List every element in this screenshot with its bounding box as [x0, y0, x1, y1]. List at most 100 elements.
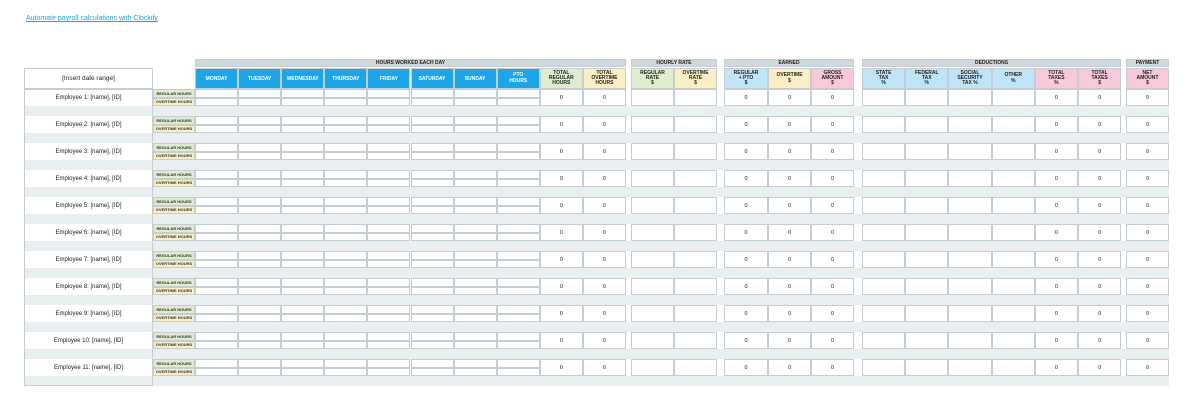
value-input[interactable] [948, 251, 992, 269]
hours-input-overtime[interactable] [281, 205, 325, 215]
hours-input-overtime[interactable] [281, 259, 325, 269]
hours-input-regular[interactable] [238, 278, 282, 287]
hours-input-regular[interactable] [281, 359, 325, 368]
hours-input-overtime[interactable] [195, 178, 239, 188]
hours-input-overtime[interactable] [281, 124, 325, 134]
value-input[interactable] [948, 143, 992, 161]
hours-input-regular[interactable] [324, 278, 368, 287]
hours-input-regular[interactable] [324, 224, 368, 233]
hours-input-overtime[interactable] [367, 286, 411, 296]
value-input[interactable] [862, 143, 906, 161]
hours-input-overtime[interactable] [238, 367, 282, 377]
hours-input-overtime[interactable] [453, 151, 497, 161]
hours-input-overtime[interactable] [238, 124, 282, 134]
value-input[interactable] [948, 197, 992, 215]
value-input[interactable] [631, 359, 674, 377]
hours-input-regular[interactable] [410, 359, 454, 368]
value-input[interactable] [862, 332, 906, 350]
hours-input-overtime[interactable] [367, 151, 411, 161]
hours-input-regular[interactable] [324, 305, 368, 314]
hours-input-regular[interactable] [367, 251, 411, 260]
hours-input-overtime[interactable] [238, 178, 282, 188]
hours-input-regular[interactable] [453, 305, 497, 314]
hours-input-overtime[interactable] [410, 313, 454, 323]
hours-input-regular[interactable] [238, 170, 282, 179]
hours-input-overtime[interactable] [453, 97, 497, 107]
value-input[interactable] [862, 278, 906, 296]
value-input[interactable] [631, 251, 674, 269]
hours-input-regular[interactable] [195, 359, 239, 368]
value-input[interactable] [905, 89, 949, 107]
hours-input-overtime[interactable] [195, 205, 239, 215]
hours-input-regular[interactable] [496, 332, 540, 341]
hours-input-overtime[interactable] [367, 97, 411, 107]
value-input[interactable] [674, 224, 717, 242]
hours-input-overtime[interactable] [195, 259, 239, 269]
hours-input-overtime[interactable] [496, 205, 540, 215]
hours-input-overtime[interactable] [410, 286, 454, 296]
hours-input-overtime[interactable] [496, 232, 540, 242]
hours-input-overtime[interactable] [496, 367, 540, 377]
hours-input-regular[interactable] [238, 197, 282, 206]
hours-input-regular[interactable] [367, 332, 411, 341]
hours-input-regular[interactable] [195, 305, 239, 314]
hours-input-regular[interactable] [195, 197, 239, 206]
hours-input-overtime[interactable] [453, 124, 497, 134]
value-input[interactable] [905, 278, 949, 296]
hours-input-overtime[interactable] [195, 232, 239, 242]
value-input[interactable] [631, 197, 674, 215]
hours-input-overtime[interactable] [281, 313, 325, 323]
hours-input-overtime[interactable] [496, 178, 540, 188]
value-input[interactable] [674, 89, 717, 107]
hours-input-overtime[interactable] [281, 232, 325, 242]
value-input[interactable] [948, 305, 992, 323]
hours-input-overtime[interactable] [410, 232, 454, 242]
hours-input-overtime[interactable] [238, 340, 282, 350]
hours-input-regular[interactable] [496, 305, 540, 314]
value-input[interactable] [631, 305, 674, 323]
hours-input-overtime[interactable] [367, 259, 411, 269]
hours-input-regular[interactable] [238, 224, 282, 233]
value-input[interactable] [948, 170, 992, 188]
hours-input-overtime[interactable] [324, 232, 368, 242]
hours-input-overtime[interactable] [496, 340, 540, 350]
hours-input-overtime[interactable] [367, 313, 411, 323]
hours-input-overtime[interactable] [238, 205, 282, 215]
value-input[interactable] [674, 170, 717, 188]
value-input[interactable] [991, 359, 1035, 377]
hours-input-regular[interactable] [324, 359, 368, 368]
hours-input-regular[interactable] [496, 278, 540, 287]
value-input[interactable] [905, 251, 949, 269]
hours-input-regular[interactable] [410, 170, 454, 179]
hours-input-regular[interactable] [453, 359, 497, 368]
hours-input-regular[interactable] [410, 116, 454, 125]
value-input[interactable] [905, 143, 949, 161]
hours-input-overtime[interactable] [410, 97, 454, 107]
value-input[interactable] [991, 251, 1035, 269]
hours-input-overtime[interactable] [324, 340, 368, 350]
hours-input-regular[interactable] [367, 305, 411, 314]
hours-input-regular[interactable] [367, 116, 411, 125]
hours-input-overtime[interactable] [367, 124, 411, 134]
date-range-input[interactable]: [Insert date range] [24, 68, 153, 89]
hours-input-overtime[interactable] [453, 259, 497, 269]
hours-input-regular[interactable] [367, 359, 411, 368]
value-input[interactable] [991, 197, 1035, 215]
hours-input-regular[interactable] [453, 89, 497, 98]
hours-input-overtime[interactable] [195, 313, 239, 323]
hours-input-regular[interactable] [496, 143, 540, 152]
value-input[interactable] [674, 143, 717, 161]
hours-input-overtime[interactable] [367, 367, 411, 377]
value-input[interactable] [631, 170, 674, 188]
hours-input-regular[interactable] [496, 359, 540, 368]
hours-input-overtime[interactable] [281, 340, 325, 350]
hours-input-regular[interactable] [453, 251, 497, 260]
hours-input-regular[interactable] [453, 224, 497, 233]
value-input[interactable] [674, 278, 717, 296]
hours-input-overtime[interactable] [281, 367, 325, 377]
value-input[interactable] [631, 89, 674, 107]
hours-input-regular[interactable] [195, 116, 239, 125]
hours-input-regular[interactable] [281, 170, 325, 179]
value-input[interactable] [905, 359, 949, 377]
hours-input-overtime[interactable] [238, 151, 282, 161]
